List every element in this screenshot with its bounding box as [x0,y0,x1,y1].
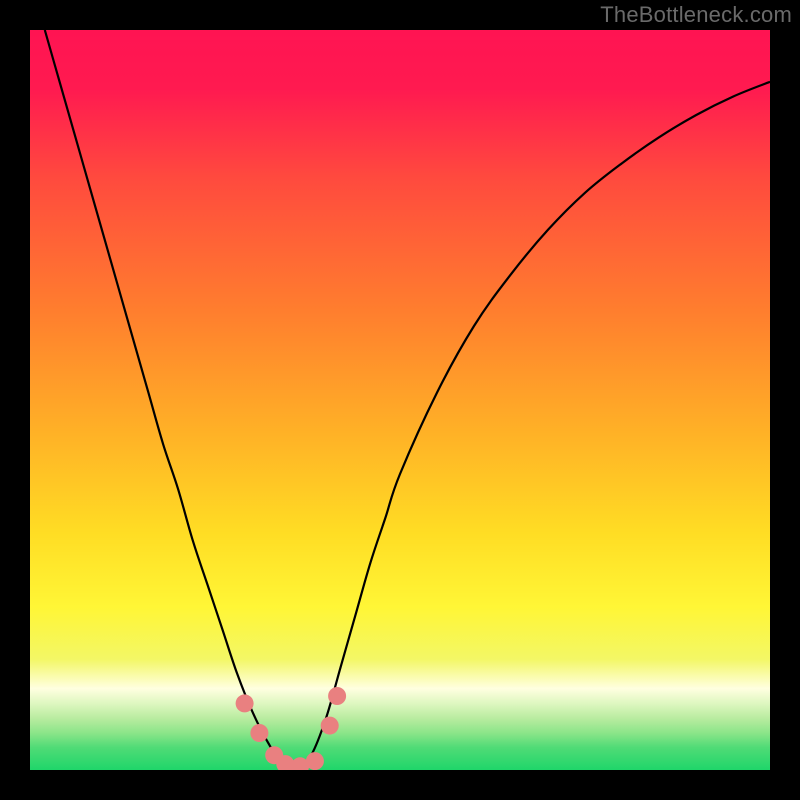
chart-svg [30,30,770,770]
plot-area [30,30,770,770]
curve-marker [321,717,339,735]
curve-marker [306,752,324,770]
curve-marker [236,694,254,712]
chart-frame: TheBottleneck.com [0,0,800,800]
gradient-background [30,30,770,770]
curve-marker [328,687,346,705]
watermark-text: TheBottleneck.com [600,2,792,28]
curve-marker [250,724,268,742]
